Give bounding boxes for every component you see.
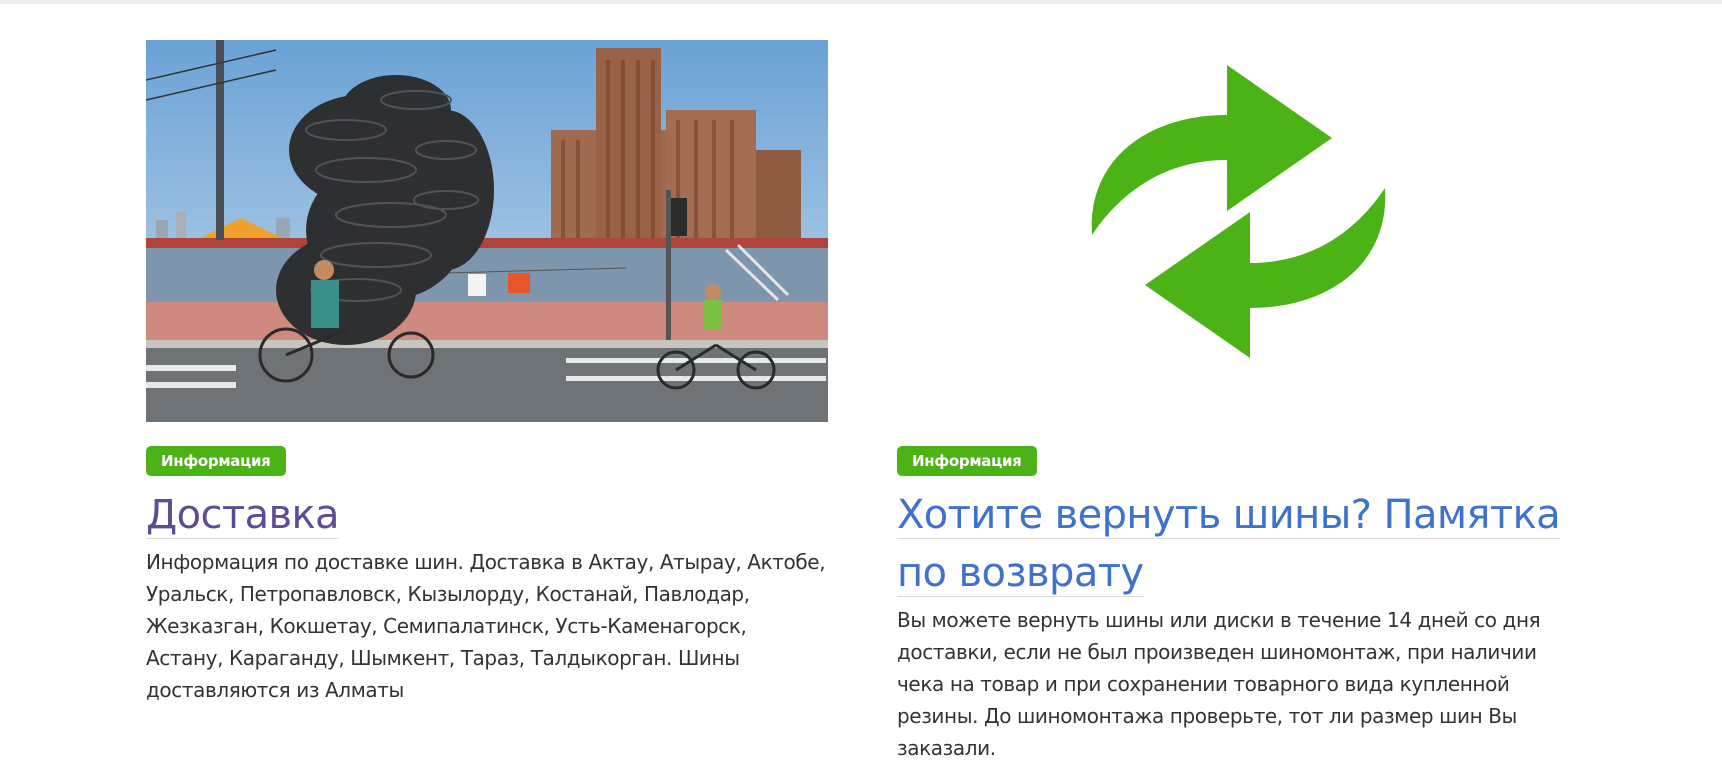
- article-card-delivery: Информация Доставка Информация по достав…: [146, 40, 828, 706]
- article-description: Вы можете вернуть шины или диски в течен…: [897, 608, 1541, 760]
- article-card-returns: Информация Хотите вернуть шины? Памятка …: [897, 40, 1579, 764]
- top-divider: [0, 0, 1722, 4]
- category-badge[interactable]: Информация: [146, 446, 286, 476]
- article-title-link[interactable]: Хотите вернуть шины? Памятка по возврату: [897, 492, 1561, 597]
- article-description: Информация по доставке шин. Доставка в А…: [146, 550, 826, 702]
- delivery-photo[interactable]: [146, 40, 828, 422]
- refresh-arrows-icon: [1091, 65, 1386, 358]
- category-badge[interactable]: Информация: [897, 446, 1037, 476]
- tires-delivery-illustration: [146, 40, 828, 422]
- article-title: Доставка: [146, 486, 828, 544]
- returns-image[interactable]: [897, 40, 1579, 422]
- article-title: Хотите вернуть шины? Памятка по возврату: [897, 486, 1579, 602]
- article-title-link[interactable]: Доставка: [146, 492, 340, 539]
